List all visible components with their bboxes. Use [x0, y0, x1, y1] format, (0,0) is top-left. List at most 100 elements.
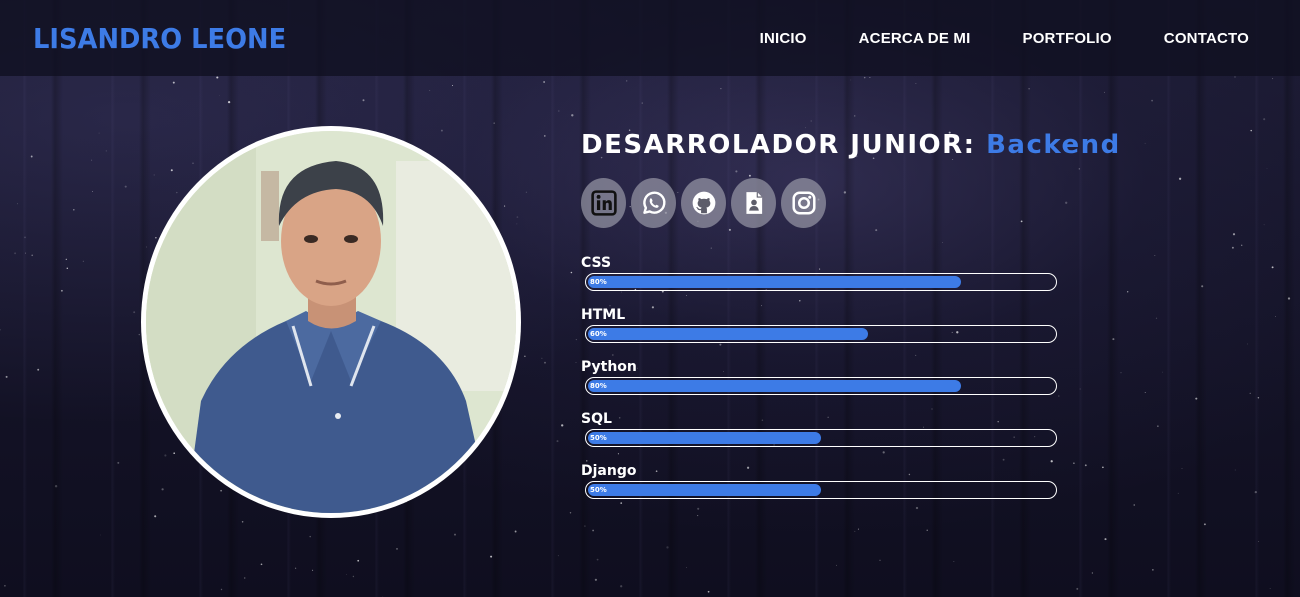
star	[1152, 569, 1154, 571]
skill-progress-fill: 80%	[588, 380, 961, 392]
star	[99, 534, 101, 536]
skill-css: CSS 80%	[581, 255, 1081, 307]
skill-name: CSS	[581, 255, 612, 271]
star	[1246, 343, 1248, 345]
star	[953, 561, 955, 562]
star	[1157, 425, 1159, 427]
skill-progress-bar: 50%	[585, 429, 1057, 447]
star	[1112, 338, 1115, 341]
instagram-button[interactable]	[781, 178, 826, 228]
star	[1257, 397, 1260, 399]
star	[853, 115, 856, 117]
star	[30, 155, 33, 158]
star	[60, 289, 63, 292]
star	[1254, 490, 1257, 494]
star	[1195, 397, 1198, 400]
star	[220, 489, 222, 492]
star	[575, 339, 577, 341]
star	[73, 209, 75, 211]
star	[525, 191, 528, 193]
skills-list: CSS 80% HTML 60% Python 80% SQL 50% Djan…	[581, 255, 1081, 515]
skill-progress-fill: 50%	[588, 432, 821, 444]
star	[1272, 78, 1274, 80]
star	[1144, 392, 1146, 394]
star	[1133, 504, 1135, 506]
star	[915, 83, 917, 85]
nav-link-contacto[interactable]: CONTACTO	[1164, 30, 1249, 47]
linkedin-icon	[590, 190, 617, 216]
star	[117, 461, 120, 464]
star	[244, 577, 246, 579]
star	[172, 81, 175, 84]
star	[556, 440, 559, 443]
star	[1154, 254, 1156, 257]
star	[352, 575, 355, 578]
star	[440, 129, 443, 132]
star	[1269, 587, 1271, 590]
star	[516, 223, 518, 225]
star	[626, 80, 628, 82]
star	[260, 563, 263, 566]
skill-name: Python	[581, 359, 637, 375]
nav-link-portfolio[interactable]: PORTFOLIO	[1022, 30, 1111, 47]
star	[176, 191, 178, 194]
star	[514, 530, 517, 533]
star	[524, 355, 526, 357]
hero-content: DESARROLADOR JUNIOR: Backend CSS 80% HTM…	[581, 130, 1119, 515]
star	[98, 132, 100, 134]
star	[1181, 467, 1183, 469]
star	[516, 216, 519, 218]
star	[164, 454, 167, 457]
star	[241, 521, 244, 523]
star	[25, 252, 26, 254]
star	[91, 159, 93, 161]
star	[1127, 291, 1129, 293]
star	[357, 559, 360, 562]
main-nav: INICIO ACERCA DE MI PORTFOLIO CONTACTO	[708, 30, 1249, 47]
star	[92, 191, 93, 193]
headline-accent: Backend	[986, 130, 1121, 160]
star	[218, 95, 220, 96]
star	[396, 548, 398, 550]
skill-progress-bar: 80%	[585, 273, 1057, 291]
star	[561, 424, 564, 427]
star	[1091, 572, 1094, 574]
star	[454, 533, 456, 536]
star	[1120, 372, 1122, 374]
star	[170, 169, 173, 172]
cv-button[interactable]	[731, 178, 776, 228]
star	[0, 329, 1, 331]
star	[37, 368, 40, 371]
skill-django: Django 50%	[581, 463, 1081, 515]
star	[504, 205, 506, 207]
star	[1234, 469, 1236, 471]
star	[558, 110, 560, 112]
star	[571, 114, 574, 117]
linkedin-button[interactable]	[581, 178, 626, 228]
nav-link-acerca-de-mi[interactable]: ACERCA DE MI	[859, 30, 971, 47]
star	[541, 357, 543, 359]
github-button[interactable]	[681, 178, 726, 228]
star	[1263, 224, 1265, 226]
social-links	[581, 178, 1081, 228]
star	[1232, 233, 1236, 236]
star	[720, 88, 722, 90]
star	[1178, 177, 1182, 180]
star	[850, 79, 852, 81]
star	[1241, 244, 1243, 246]
star	[1151, 99, 1153, 102]
star	[294, 567, 297, 569]
star	[1102, 466, 1104, 469]
star	[1084, 464, 1087, 467]
site-header: LISANDRO LEONE INICIO ACERCA DE MI PORTF…	[0, 0, 1300, 76]
star	[1201, 285, 1204, 288]
whatsapp-button[interactable]	[631, 178, 676, 228]
star	[451, 84, 454, 87]
star	[810, 120, 812, 122]
star	[17, 203, 18, 205]
nav-link-inicio[interactable]: INICIO	[760, 30, 807, 47]
site-logo[interactable]: LISANDRO LEONE	[33, 22, 286, 55]
star	[1258, 540, 1260, 543]
star	[312, 569, 314, 571]
star	[227, 100, 231, 104]
